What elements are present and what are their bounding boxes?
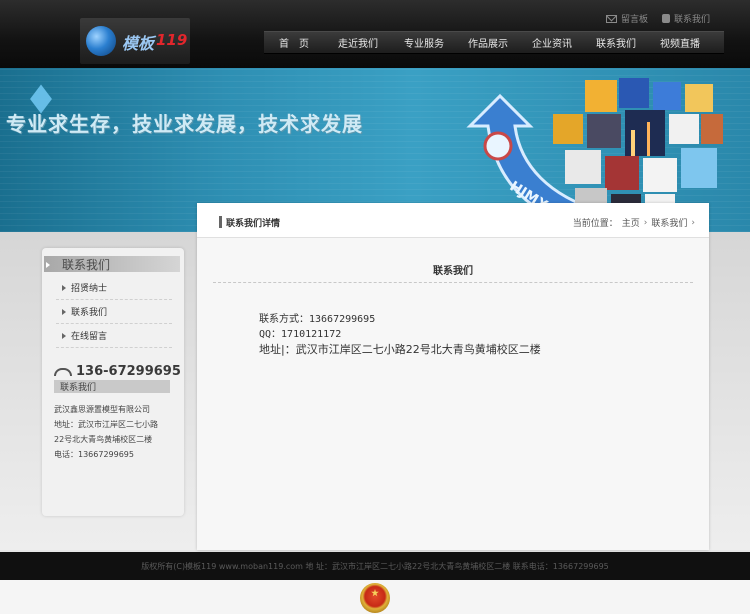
main-nav: 首 页 走近我们 专业服务 作品展示 企业资讯 联系我们 视频直播 bbox=[264, 31, 724, 54]
logo-text: 模板 bbox=[122, 34, 155, 53]
top-links: 留言板 联系我们 bbox=[605, 12, 710, 25]
phone-icon bbox=[661, 14, 670, 23]
globe-icon bbox=[86, 26, 116, 56]
site-header: 模板 119 留言板 联系我们 首 页 走近我们 专业服务 作品展示 企业资讯 … bbox=[0, 0, 750, 68]
bullet-icon bbox=[62, 308, 66, 315]
nav-works[interactable]: 作品展示 bbox=[456, 35, 520, 50]
site-footer: 版权所有(C)模板119 www.moban119.com 地 址：武汉市江岸区… bbox=[0, 552, 750, 580]
main-header: 联系我们详情 当前位置： 主页 › 联系我们 › bbox=[197, 204, 709, 238]
contact-qq-line: QQ：1710121172 bbox=[259, 329, 342, 340]
logo-number: 119 bbox=[156, 31, 188, 49]
chevron-right-icon: › bbox=[643, 217, 648, 228]
bullet-icon bbox=[62, 332, 66, 339]
chevron-right-icon: › bbox=[691, 217, 695, 228]
sidebar-item-label: 招贤纳士 bbox=[71, 284, 108, 294]
contact-line: 电话：13667299695 bbox=[54, 450, 134, 459]
page-title: 联系我们 bbox=[433, 266, 473, 277]
contact-phone-line: 联系方式：13667299695 bbox=[259, 314, 376, 325]
sidebar-item-message[interactable]: 在线留言 bbox=[56, 324, 172, 348]
sidebar-menu: 招贤纳士 联系我们 在线留言 bbox=[56, 276, 172, 348]
nav-home[interactable]: 首 页 bbox=[264, 35, 324, 50]
nav-video[interactable]: 视频直播 bbox=[648, 35, 712, 50]
contact-link[interactable]: 联系我们 bbox=[661, 12, 710, 25]
contact-line: 22号北大青鸟黄埔校区二楼 bbox=[54, 435, 153, 444]
contact-title: 联系我们 bbox=[60, 383, 97, 393]
guestbook-link-label: 留言板 bbox=[620, 15, 648, 25]
nav-services[interactable]: 专业服务 bbox=[392, 35, 456, 50]
nav-about[interactable]: 走近我们 bbox=[324, 35, 392, 50]
police-badge-icon[interactable] bbox=[360, 583, 390, 613]
guestbook-link[interactable]: 留言板 bbox=[605, 12, 648, 25]
section-title: 联系我们详情 bbox=[226, 219, 281, 229]
banner-slogan: 专业求生存，技业求发展，技术求发展 bbox=[6, 112, 363, 136]
header-bar-icon bbox=[219, 216, 222, 228]
breadcrumb-current[interactable]: 联系我们 bbox=[651, 216, 687, 229]
contact-link-label: 联系我们 bbox=[673, 15, 710, 25]
divider bbox=[213, 282, 693, 283]
contact-info: 武汉鑫思源置模型有限公司 地址：武汉市江岸区二七小路 22号北大青鸟黄埔校区二楼… bbox=[54, 402, 176, 462]
bullet-icon bbox=[62, 284, 66, 291]
triangle-icon bbox=[46, 262, 50, 268]
contact-line: 武汉鑫思源置模型有限公司 bbox=[54, 405, 150, 414]
contact-address-line: 地址|：武汉市江岸区二七小路22号北大青鸟黄埔校区二楼 bbox=[259, 343, 541, 356]
mail-icon bbox=[605, 14, 617, 23]
contact-details: 联系方式：13667299695 QQ：1710121172 地址|：武汉市江岸… bbox=[259, 312, 541, 357]
sidebar-item-contact[interactable]: 联系我们 bbox=[56, 300, 172, 324]
sidebar-item-label: 在线留言 bbox=[71, 332, 108, 342]
breadcrumb-label: 当前位置： bbox=[572, 219, 618, 229]
main-panel: 联系我们详情 当前位置： 主页 › 联系我们 › 联系我们 联系方式：13667… bbox=[197, 203, 709, 550]
sidebar-item-jobs[interactable]: 招贤纳士 bbox=[56, 276, 172, 300]
breadcrumb-home[interactable]: 主页 bbox=[622, 216, 640, 229]
breadcrumb: 当前位置： 主页 › 联系我们 › bbox=[572, 216, 695, 230]
phone-number: 136-67299695 bbox=[76, 364, 181, 379]
footer-copyright: 版权所有(C)模板119 www.moban119.com 地 址：武汉市江岸区… bbox=[141, 562, 609, 571]
sidebar-title: 联系我们 bbox=[62, 258, 111, 272]
telephone-icon bbox=[54, 367, 72, 376]
nav-contact[interactable]: 联系我们 bbox=[584, 35, 648, 50]
site-logo[interactable]: 模板 119 bbox=[80, 18, 190, 64]
sidebar-item-label: 联系我们 bbox=[71, 308, 108, 318]
nav-news[interactable]: 企业资讯 bbox=[520, 35, 584, 50]
contact-line: 地址：武汉市江岸区二七小路 bbox=[54, 420, 158, 429]
phone-block: 136-67299695 bbox=[54, 364, 181, 379]
sidebar: 联系我们 招贤纳士 联系我们 在线留言 136-67299695 联系我们 武汉… bbox=[42, 248, 184, 516]
